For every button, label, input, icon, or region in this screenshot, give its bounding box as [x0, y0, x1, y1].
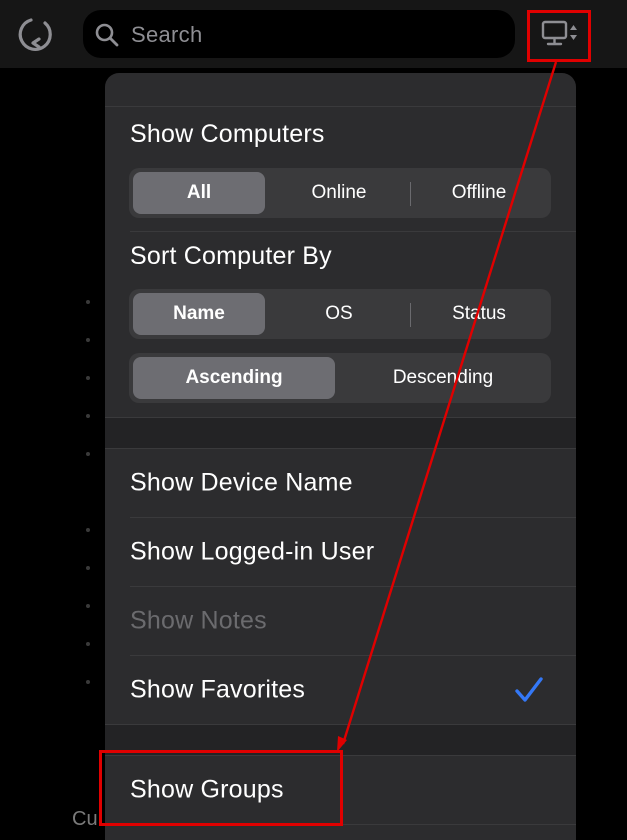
annotation-highlight-menu-button	[527, 10, 591, 62]
annotation-highlight-show-groups	[99, 750, 343, 826]
divider	[130, 231, 576, 232]
segment-all[interactable]: All	[133, 172, 265, 214]
segment-online[interactable]: Online	[269, 172, 409, 214]
sort-by-segmented-control: Name OS Status	[129, 289, 551, 339]
option-label: Show Favorites	[130, 675, 306, 704]
menu-header	[105, 73, 576, 107]
segment-offline[interactable]: Offline	[411, 172, 547, 214]
segment-ascending[interactable]: Ascending	[133, 357, 335, 399]
segment-name[interactable]: Name	[133, 293, 265, 335]
sort-by-title: Sort Computer By	[130, 242, 332, 270]
show-computers-title: Show Computers	[130, 120, 325, 148]
search-box[interactable]	[83, 10, 515, 60]
option-show-favorites[interactable]: Show Favorites	[105, 656, 576, 724]
background-partial-text: Cu	[72, 808, 98, 830]
checkmark-icon	[515, 677, 543, 702]
option-show-logged-in-user[interactable]: Show Logged-in User	[105, 518, 576, 586]
segment-os[interactable]: OS	[269, 293, 409, 335]
search-icon	[94, 22, 120, 48]
view-options-menu: Show Computers All Online Offline Sort C…	[105, 73, 576, 840]
option-label: Show Logged-in User	[130, 537, 375, 566]
search-input[interactable]	[129, 10, 503, 60]
option-show-device-name[interactable]: Show Device Name	[105, 449, 576, 517]
segment-status[interactable]: Status	[411, 293, 547, 335]
option-label: Show Notes	[130, 606, 267, 635]
show-computers-segmented-control: All Online Offline	[129, 168, 551, 218]
refresh-icon[interactable]	[18, 14, 56, 54]
option-label: Show Device Name	[130, 468, 353, 497]
sort-order-segmented-control: Ascending Descending	[129, 353, 551, 403]
option-show-notes: Show Notes	[105, 587, 576, 655]
segment-descending[interactable]: Descending	[339, 357, 547, 399]
section-gap	[105, 418, 576, 448]
